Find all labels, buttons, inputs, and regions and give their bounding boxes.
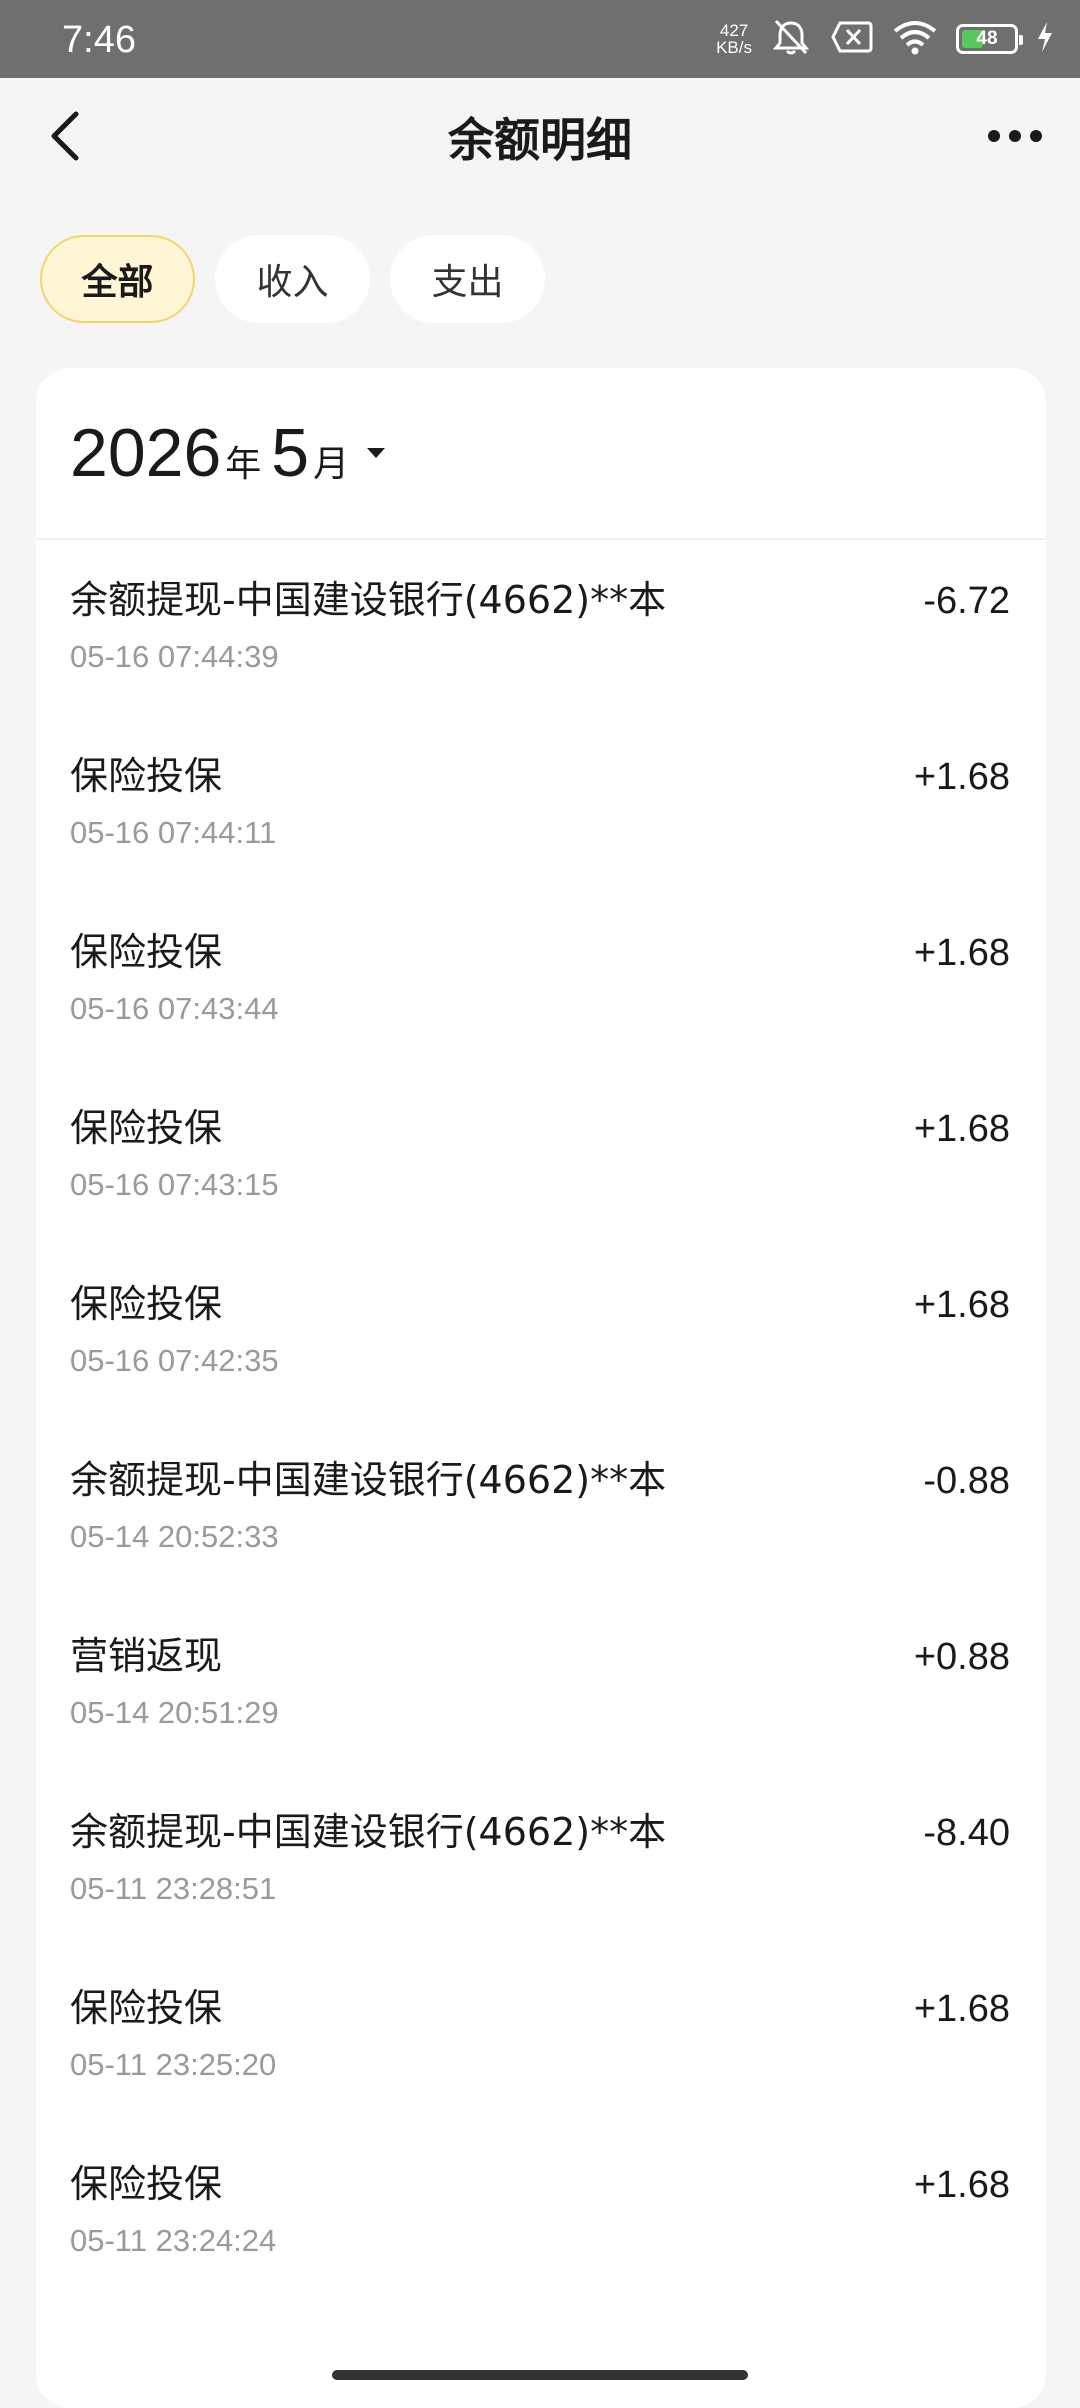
month-unit: 月 (313, 443, 350, 484)
transaction-time: 05-16 07:43:15 (70, 1167, 279, 1202)
transaction-amount: +1.68 (913, 2164, 1010, 2206)
status-time: 7:46 (62, 19, 136, 61)
transaction-time: 05-14 20:51:29 (70, 1695, 279, 1730)
network-speed-value: 427 (719, 21, 749, 40)
transaction-row[interactable]: 营销返现 05-14 20:51:29 +0.88 (36, 1596, 1046, 1772)
transaction-row[interactable]: 余额提现-中国建设银行(4662)**本 05-14 20:52:33 -0.8… (36, 1420, 1046, 1596)
transaction-title: 保险投保 (70, 754, 223, 798)
top-navigation-bar: 余额明细 (0, 78, 1080, 214)
transaction-title: 营销返现 (70, 1634, 223, 1678)
mute-icon (770, 17, 812, 61)
battery-level-text: 48 (976, 28, 998, 49)
filter-tabs: 全部 收入 支出 (40, 235, 545, 323)
month-value: 5 (271, 415, 310, 491)
sim-disabled-icon (830, 19, 874, 59)
battery-cap (1019, 35, 1023, 45)
transaction-title: 保险投保 (70, 1986, 223, 2030)
transaction-time: 05-11 23:24:24 (70, 2223, 277, 2258)
transaction-title: 保险投保 (70, 1282, 223, 1326)
more-icon (988, 130, 1042, 142)
transaction-amount: -6.72 (923, 580, 1010, 622)
transaction-row[interactable]: 保险投保 05-16 07:44:11 +1.68 (36, 716, 1046, 892)
network-speed: 427 KB/s (716, 22, 752, 56)
transaction-time: 05-11 23:28:51 (70, 1871, 277, 1906)
transaction-title: 余额提现-中国建设银行(4662)**本 (70, 1810, 667, 1854)
transaction-time: 05-16 07:42:35 (70, 1343, 279, 1378)
transaction-title: 保险投保 (70, 930, 223, 974)
transaction-row[interactable]: 余额提现-中国建设银行(4662)**本 05-11 23:28:51 -8.4… (36, 1772, 1046, 1948)
transaction-time: 05-16 07:44:11 (70, 815, 277, 850)
month-header: 2026 年 5 月 (36, 368, 1046, 540)
transaction-list: 余额提现-中国建设银行(4662)**本 05-16 07:44:39 -6.7… (36, 540, 1046, 2300)
transaction-row[interactable]: 保险投保 05-16 07:43:44 +1.68 (36, 892, 1046, 1068)
status-icons: 427 KB/s 48 (716, 16, 1054, 62)
caret-down-icon (365, 446, 387, 460)
transaction-time: 05-14 20:52:33 (70, 1519, 279, 1554)
page-title: 余额明细 (448, 113, 632, 167)
charging-icon (1036, 21, 1054, 57)
transaction-amount: -8.40 (923, 1812, 1010, 1854)
transaction-time: 05-11 23:25:20 (70, 2047, 277, 2082)
balance-detail-card: 2026 年 5 月 余额提现-中国建设银行(4662)**本 05-16 07… (36, 368, 1046, 2408)
transaction-time: 05-16 07:44:39 (70, 639, 279, 674)
wifi-icon (892, 19, 938, 59)
transaction-title: 保险投保 (70, 1106, 223, 1150)
transaction-row[interactable]: 保险投保 05-16 07:43:15 +1.68 (36, 1068, 1046, 1244)
transaction-title: 余额提现-中国建设银行(4662)**本 (70, 1458, 667, 1502)
transaction-amount: +1.68 (913, 756, 1010, 798)
transaction-row[interactable]: 保险投保 05-11 23:25:20 +1.68 (36, 1948, 1046, 2124)
transaction-title: 余额提现-中国建设银行(4662)**本 (70, 578, 667, 622)
transaction-amount: +1.68 (913, 1284, 1010, 1326)
year-value: 2026 (70, 415, 222, 491)
network-speed-unit: KB/s (716, 38, 752, 57)
transaction-title: 保险投保 (70, 2162, 223, 2206)
transaction-row[interactable]: 余额提现-中国建设银行(4662)**本 05-16 07:44:39 -6.7… (36, 540, 1046, 716)
year-unit: 年 (225, 443, 262, 484)
transaction-amount: +1.68 (913, 932, 1010, 974)
transaction-amount: +1.68 (913, 1988, 1010, 2030)
transaction-amount: -0.88 (923, 1460, 1010, 1502)
transaction-row[interactable]: 保险投保 05-11 23:24:24 +1.68 (36, 2124, 1046, 2300)
tab-expense[interactable]: 支出 (390, 235, 545, 323)
status-bar: 7:46 427 KB/s 48 (0, 0, 1080, 78)
home-indicator[interactable] (332, 2370, 748, 2380)
transaction-amount: +0.88 (913, 1636, 1010, 1678)
transaction-row[interactable]: 保险投保 05-16 07:42:35 +1.68 (36, 1244, 1046, 1420)
battery-icon: 48 (956, 24, 1023, 54)
tab-all[interactable]: 全部 (40, 235, 195, 323)
transaction-time: 05-16 07:43:44 (70, 991, 279, 1026)
tab-income[interactable]: 收入 (215, 235, 370, 323)
more-options-button[interactable] (980, 108, 1050, 164)
month-selector[interactable]: 2026 年 5 月 (70, 417, 387, 489)
transaction-amount: +1.68 (913, 1108, 1010, 1150)
